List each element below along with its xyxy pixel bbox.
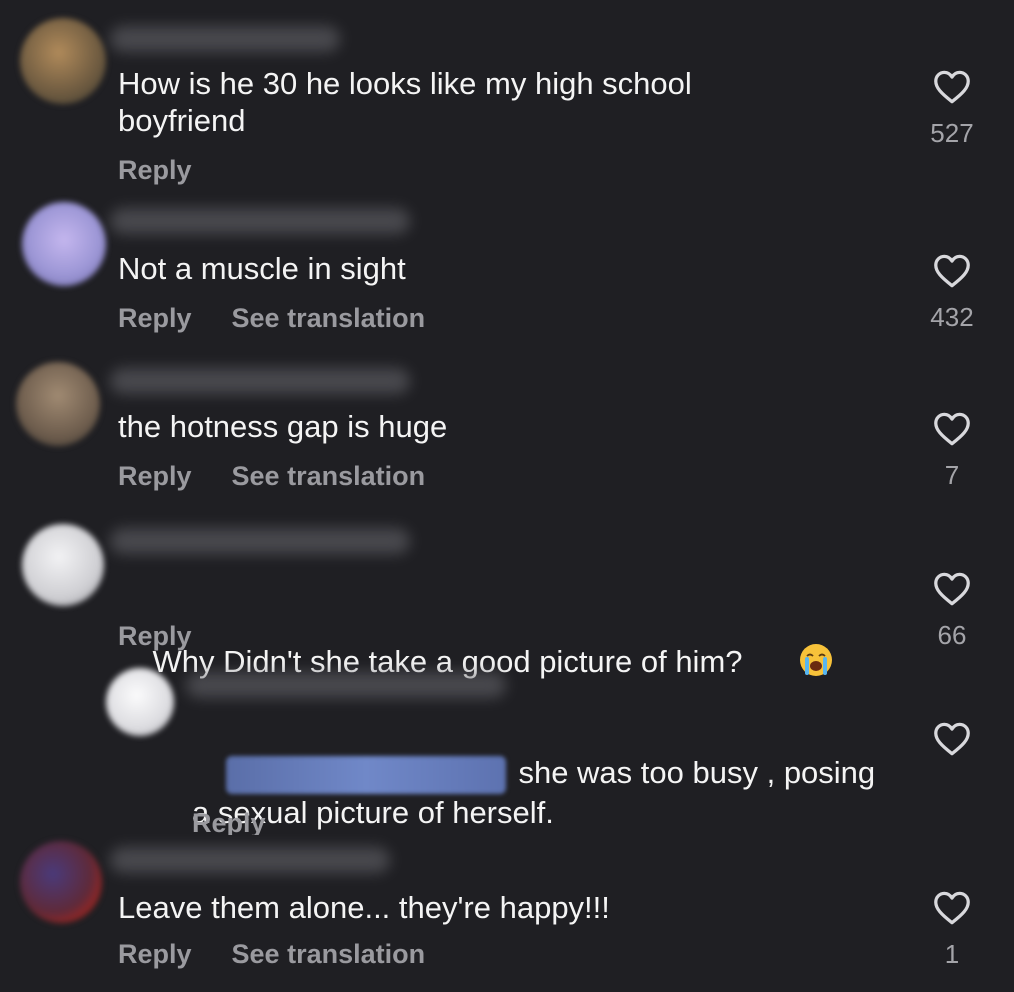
like-button[interactable]: 66 bbox=[912, 572, 992, 651]
username-redacted[interactable] bbox=[110, 26, 340, 52]
see-translation-button[interactable]: See translation bbox=[232, 939, 426, 970]
comment-item: Why Didn't she take a good picture of hi… bbox=[0, 510, 1014, 679]
reply-button[interactable]: Reply bbox=[192, 808, 266, 835]
comment-text: Not a muscle in sight bbox=[118, 251, 406, 286]
avatar[interactable] bbox=[20, 18, 106, 104]
like-button[interactable] bbox=[912, 722, 992, 756]
like-count: 527 bbox=[930, 118, 974, 148]
reply-button[interactable]: Reply bbox=[118, 461, 192, 492]
avatar[interactable] bbox=[20, 841, 102, 923]
comment-text: How is he 30 he looks like my high schoo… bbox=[118, 66, 692, 138]
username-redacted[interactable] bbox=[186, 672, 506, 698]
comment-actions: Reply See translation bbox=[118, 461, 425, 492]
reply-item: she was too busy , posing a sexual pictur… bbox=[0, 660, 1014, 835]
avatar[interactable] bbox=[106, 668, 174, 736]
avatar[interactable] bbox=[16, 362, 100, 446]
reply-text: she was too busy , posing a sexual pictur… bbox=[192, 717, 875, 835]
reply-button[interactable]: Reply bbox=[118, 621, 192, 652]
heart-icon bbox=[934, 412, 970, 446]
heart-icon bbox=[934, 254, 970, 288]
like-count: 7 bbox=[944, 460, 960, 490]
see-translation-button[interactable]: See translation bbox=[232, 303, 426, 334]
comment-item: the hotness gap is huge Reply See transl… bbox=[0, 350, 1014, 510]
reply-button[interactable]: Reply bbox=[118, 303, 192, 334]
reply-button[interactable]: Reply bbox=[118, 155, 192, 186]
comment-item: Not a muscle in sight Reply See translat… bbox=[0, 190, 1014, 350]
comment-actions: Reply bbox=[118, 155, 192, 186]
heart-icon bbox=[934, 70, 970, 104]
like-button[interactable]: 7 bbox=[912, 412, 992, 491]
avatar[interactable] bbox=[22, 524, 104, 606]
comment-text: the hotness gap is huge bbox=[118, 409, 448, 444]
like-count: 432 bbox=[930, 302, 974, 332]
heart-icon bbox=[934, 722, 970, 756]
like-button[interactable]: 432 bbox=[912, 254, 992, 333]
comment-actions: Reply bbox=[118, 621, 192, 652]
heart-icon bbox=[934, 572, 970, 606]
mention-redacted[interactable] bbox=[226, 755, 507, 794]
username-redacted[interactable] bbox=[110, 528, 410, 554]
comment-actions: Reply See translation bbox=[118, 303, 425, 334]
comment-item: Leave them alone... they're happy!!! Rep… bbox=[0, 835, 1014, 992]
see-translation-button[interactable]: See translation bbox=[232, 461, 426, 492]
reply-actions: Reply bbox=[192, 808, 266, 835]
reply-text-line1: she was too busy , posing bbox=[518, 755, 876, 790]
username-redacted[interactable] bbox=[110, 847, 390, 873]
avatar[interactable] bbox=[22, 202, 106, 286]
comment-item: How is he 30 he looks like my high schoo… bbox=[0, 0, 1014, 190]
username-redacted[interactable] bbox=[110, 208, 410, 234]
like-count: 66 bbox=[937, 620, 967, 650]
like-button[interactable]: 1 bbox=[912, 891, 992, 970]
username-redacted[interactable] bbox=[110, 368, 410, 394]
like-count: 1 bbox=[944, 939, 960, 969]
comment-actions: Reply See translation bbox=[118, 939, 425, 970]
heart-icon bbox=[934, 891, 970, 925]
comment-text: Leave them alone... they're happy!!! bbox=[118, 890, 610, 925]
like-button[interactable]: 527 bbox=[912, 70, 992, 149]
reply-button[interactable]: Reply bbox=[118, 939, 192, 970]
